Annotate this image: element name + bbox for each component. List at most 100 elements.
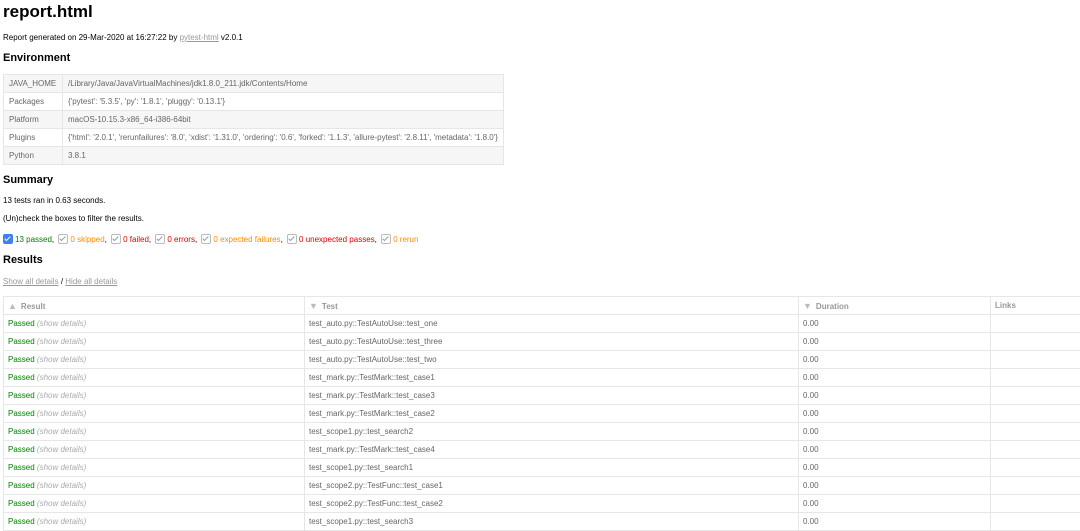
duration-cell: 0.00 [799, 495, 991, 513]
filter-rerun: 0 rerun [381, 234, 418, 246]
summary-heading: Summary [3, 173, 53, 187]
column-header-duration[interactable]: ▼Duration [799, 297, 991, 315]
show-details-link[interactable]: (show details) [37, 337, 86, 346]
table-row[interactable]: Passed (show details)test_mark.py::TestM… [4, 369, 1080, 387]
filter-failed: 0 failed, [111, 234, 151, 246]
column-label: Result [21, 302, 45, 311]
results-header-row: ▲Result ▼Test ▼Duration Links [4, 297, 1080, 315]
filter-skipped: 0 skipped, [58, 234, 106, 246]
links-cell [991, 315, 1080, 333]
environment-key: Packages [4, 93, 63, 111]
pytest-html-link[interactable]: pytest-html [180, 33, 219, 42]
test-name-cell: test_mark.py::TestMark::test_case4 [305, 441, 799, 459]
environment-row: Packages{'pytest': '5.3.5', 'py': '1.8.1… [4, 93, 504, 111]
result-cell: Passed (show details) [4, 387, 305, 405]
result-cell: Passed (show details) [4, 477, 305, 495]
generated-prefix: Report generated on 29-Mar-2020 at 16:27… [3, 33, 180, 42]
result-cell: Passed (show details) [4, 441, 305, 459]
result-status: Passed [8, 409, 35, 418]
test-name-cell: test_auto.py::TestAutoUse::test_three [305, 333, 799, 351]
generated-version: v2.0.1 [219, 33, 243, 42]
filter-label: 0 failed [123, 235, 149, 244]
hide-all-details-link[interactable]: Hide all details [65, 277, 117, 286]
filter-checkbox-passed[interactable] [3, 234, 13, 244]
environment-table: JAVA_HOME/Library/Java/JavaVirtualMachin… [3, 74, 504, 165]
table-row[interactable]: Passed (show details)test_scope1.py::tes… [4, 459, 1080, 477]
links-cell [991, 369, 1080, 387]
table-row[interactable]: Passed (show details)test_auto.py::TestA… [4, 351, 1080, 369]
filter-label: 0 expected failures [213, 235, 280, 244]
show-details-link[interactable]: (show details) [37, 373, 86, 382]
result-cell: Passed (show details) [4, 315, 305, 333]
test-name-cell: test_scope1.py::test_search1 [305, 459, 799, 477]
filter-hint-text: (Un)check the boxes to filter the result… [3, 214, 144, 224]
filter-checkbox-xfailed[interactable] [201, 234, 211, 244]
show-details-link[interactable]: (show details) [37, 445, 86, 454]
column-header-result[interactable]: ▲Result [4, 297, 305, 315]
result-cell: Passed (show details) [4, 459, 305, 477]
sort-desc-icon: ▼ [309, 301, 318, 311]
filter-checkbox-xpassed[interactable] [287, 234, 297, 244]
table-row[interactable]: Passed (show details)test_mark.py::TestM… [4, 387, 1080, 405]
show-all-details-link[interactable]: Show all details [3, 277, 59, 286]
duration-cell: 0.00 [799, 441, 991, 459]
test-name-cell: test_auto.py::TestAutoUse::test_two [305, 351, 799, 369]
table-row[interactable]: Passed (show details)test_auto.py::TestA… [4, 315, 1080, 333]
show-details-link[interactable]: (show details) [37, 463, 86, 472]
environment-row: PlatformmacOS-10.15.3-x86_64-i386-64bit [4, 111, 504, 129]
links-cell [991, 405, 1080, 423]
result-status: Passed [8, 355, 35, 364]
links-cell [991, 495, 1080, 513]
result-status: Passed [8, 499, 35, 508]
column-header-links: Links [991, 297, 1080, 315]
filter-checkbox-errors[interactable] [155, 234, 165, 244]
links-cell [991, 477, 1080, 495]
environment-value: {'html': '2.0.1', 'rerunfailures': '8.0'… [63, 129, 504, 147]
table-row[interactable]: Passed (show details) test_scope2.py::Tes… [4, 495, 1080, 513]
result-cell: Passed (show details) [4, 405, 305, 423]
filter-separator: , [195, 235, 197, 244]
duration-cell: 0.00 [799, 405, 991, 423]
column-header-test[interactable]: ▼Test [305, 297, 799, 315]
show-details-link[interactable]: (show details) [37, 481, 86, 490]
details-toggle: Show all details / Hide all details [3, 277, 117, 287]
duration-cell: 0.00 [799, 315, 991, 333]
result-filters: 13 passed, 0 skipped, 0 failed, 0 errors… [3, 234, 420, 246]
environment-key: Platform [4, 111, 63, 129]
table-row[interactable]: Passed (show details)test_auto.py::TestA… [4, 333, 1080, 351]
filter-checkbox-rerun[interactable] [381, 234, 391, 244]
show-details-link[interactable]: (show details) [37, 355, 86, 364]
result-status: Passed [8, 373, 35, 382]
filter-passed: 13 passed, [3, 234, 54, 246]
environment-row: Python3.8.1 [4, 147, 504, 165]
filter-errors: 0 errors, [155, 234, 197, 246]
filter-separator: , [52, 235, 54, 244]
result-status: Passed [8, 445, 35, 454]
filter-checkbox-failed[interactable] [111, 234, 121, 244]
links-cell [991, 423, 1080, 441]
test-name-cell: test_mark.py::TestMark::test_case3 [305, 387, 799, 405]
show-details-link[interactable]: (show details) [37, 427, 86, 436]
show-details-link[interactable]: (show details) [37, 391, 86, 400]
links-cell [991, 459, 1080, 477]
show-details-link[interactable]: (show details) [37, 499, 86, 508]
show-details-link[interactable]: (show details) [37, 319, 86, 328]
result-status: Passed [8, 391, 35, 400]
test-name-cell: test_scope2.py::TestFunc::test_case2 [305, 495, 799, 513]
filter-label: 13 passed [15, 235, 52, 244]
table-row[interactable]: Passed (show details)test_mark.py::TestM… [4, 441, 1080, 459]
show-details-link[interactable]: (show details) [37, 409, 86, 418]
test-name-cell: test_mark.py::TestMark::test_case2 [305, 405, 799, 423]
duration-cell: 0.00 [799, 333, 991, 351]
links-cell [991, 351, 1080, 369]
table-row[interactable]: Passed (show details)test_mark.py::TestM… [4, 405, 1080, 423]
filter-xfailed: 0 expected failures, [201, 234, 282, 246]
table-row[interactable]: Passed (show details)test_scope2.py::Tes… [4, 477, 1080, 495]
filter-checkbox-skipped[interactable] [58, 234, 68, 244]
duration-cell: 0.00 [799, 387, 991, 405]
filter-label: 0 unexpected passes [299, 235, 375, 244]
table-row[interactable]: Passed (show details)test_scope1.py::tes… [4, 423, 1080, 441]
result-cell: Passed (show details) [4, 351, 305, 369]
environment-value: macOS-10.15.3-x86_64-i386-64bit [63, 111, 504, 129]
filter-label: 0 skipped [70, 235, 104, 244]
